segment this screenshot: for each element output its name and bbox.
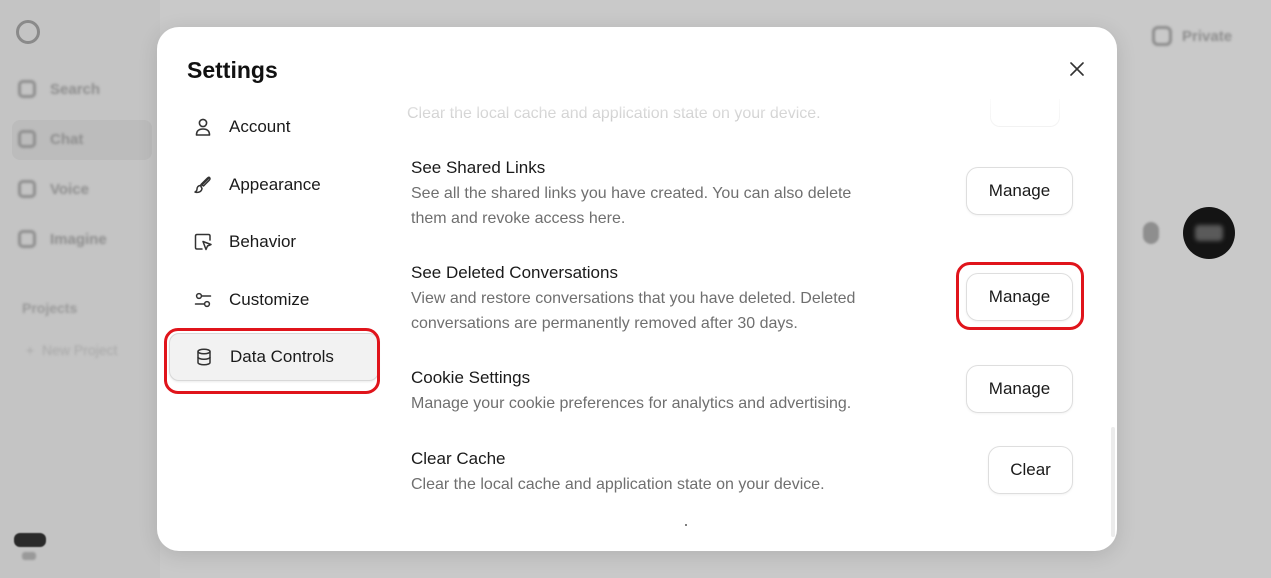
manage-cookie-settings-button[interactable]: Manage xyxy=(966,365,1073,413)
background-private-toggle: Private xyxy=(1152,26,1232,46)
voice-mode-button xyxy=(1183,207,1235,259)
logo-icon xyxy=(16,20,40,44)
settings-sidebar: Account Appearance Behavior Customize Da… xyxy=(169,103,379,391)
scrollbar[interactable] xyxy=(1111,427,1115,537)
background-private-label: Private xyxy=(1182,27,1233,45)
background-nav-label: Imagine xyxy=(50,230,107,248)
modal-title: Settings xyxy=(187,57,278,83)
avatar-badge xyxy=(22,552,36,560)
scrolled-setting-button xyxy=(990,99,1060,127)
background-nav-label: Chat xyxy=(50,130,84,148)
setting-description: See all the shared links you have create… xyxy=(411,185,852,227)
chat-icon xyxy=(18,130,36,148)
sidebar-item-label: Account xyxy=(229,117,291,136)
sliders-icon xyxy=(193,290,213,310)
private-icon xyxy=(1152,26,1172,46)
sidebar-item-data-controls[interactable]: Data Controls xyxy=(169,333,379,381)
sidebar-item-account[interactable]: Account xyxy=(169,103,379,151)
search-icon xyxy=(18,80,36,98)
manage-deleted-conversations-button[interactable]: Manage xyxy=(966,273,1073,321)
image-icon xyxy=(18,230,36,248)
voice-icon xyxy=(18,180,36,198)
database-icon xyxy=(194,347,214,367)
scrolled-setting-description: Clear the local cache and application st… xyxy=(407,105,821,122)
background-nav-imagine: Imagine xyxy=(18,230,107,248)
settings-content: Clear the local cache and application st… xyxy=(407,27,1097,551)
sidebar-item-behavior[interactable]: Behavior xyxy=(169,218,379,266)
sidebar-item-customize[interactable]: Customize xyxy=(169,276,379,324)
background-new-project: + New Project xyxy=(26,342,118,358)
sidebar-item-label: Behavior xyxy=(229,232,297,251)
background-projects-label: Projects xyxy=(22,300,78,316)
background-new-project-label: New Project xyxy=(41,342,118,358)
setting-description: View and restore conversations that you … xyxy=(411,290,856,332)
clear-cache-button[interactable]: Clear xyxy=(988,446,1073,494)
cursor-icon xyxy=(193,232,213,252)
settings-modal: Settings Account Appearance Behavior Cus… xyxy=(157,27,1117,551)
background-nav-label: Voice xyxy=(50,180,89,198)
background-nav-voice: Voice xyxy=(18,180,89,198)
microphone-icon xyxy=(1143,222,1159,244)
brush-icon xyxy=(193,175,213,195)
user-icon xyxy=(193,117,213,137)
setting-description: Clear the local cache and application st… xyxy=(411,476,825,493)
background-nav-search: Search xyxy=(18,80,100,98)
loading-dot xyxy=(685,524,687,526)
background-nav-chat: Chat xyxy=(18,130,83,148)
background-nav-label: Search xyxy=(50,80,101,98)
sidebar-item-appearance[interactable]: Appearance xyxy=(169,161,379,209)
sidebar-item-label: Data Controls xyxy=(230,347,334,366)
avatar xyxy=(14,533,46,547)
sidebar-item-label: Customize xyxy=(229,289,310,309)
sidebar-item-label: Appearance xyxy=(229,174,321,194)
setting-description: Manage your cookie preferences for analy… xyxy=(411,395,852,412)
manage-shared-links-button[interactable]: Manage xyxy=(966,167,1073,215)
